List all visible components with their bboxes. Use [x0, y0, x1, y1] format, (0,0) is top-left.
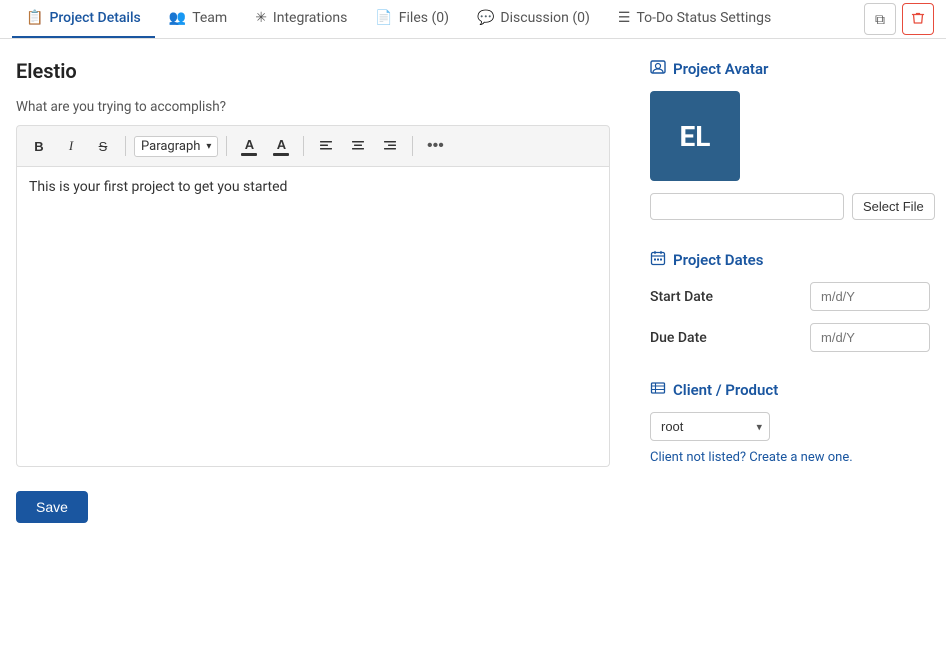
tab-discussion[interactable]: 💬 Discussion (0)	[463, 0, 604, 38]
tab-team[interactable]: 👥 Team	[155, 0, 241, 38]
save-button[interactable]: Save	[16, 491, 88, 523]
copy-button[interactable]: ⧉	[864, 3, 896, 35]
toolbar-divider-3	[303, 136, 304, 156]
due-date-row: Due Date	[650, 323, 930, 352]
start-date-label: Start Date	[650, 289, 713, 305]
file-upload-row: Select File	[650, 193, 930, 220]
toolbar-divider-1	[125, 136, 126, 156]
todo-status-icon: ☰	[618, 10, 631, 26]
main-layout: Elestio What are you trying to accomplis…	[0, 39, 946, 543]
project-details-icon: 📋	[26, 10, 43, 26]
align-right-button[interactable]	[376, 132, 404, 160]
due-date-input[interactable]	[810, 323, 930, 352]
right-panel: Project Avatar EL Select File Project Da…	[650, 59, 930, 465]
due-date-label: Due Date	[650, 330, 707, 346]
team-icon: 👥	[169, 10, 186, 26]
tab-integrations[interactable]: ✳ Integrations	[241, 0, 361, 38]
tab-files[interactable]: 📄 Files (0)	[361, 0, 463, 38]
dates-section: Project Dates Start Date Due Date	[650, 250, 930, 352]
align-left-button[interactable]	[312, 132, 340, 160]
avatar-section-icon	[650, 59, 666, 79]
delete-button[interactable]	[902, 3, 934, 35]
highlight-color-button[interactable]: A	[267, 132, 295, 160]
client-select[interactable]: root	[650, 412, 770, 441]
integrations-icon: ✳	[255, 10, 267, 26]
font-color-label: A	[245, 137, 254, 152]
project-avatar: EL	[650, 91, 740, 181]
tab-todo-status[interactable]: ☰ To-Do Status Settings	[604, 0, 785, 38]
dates-section-icon	[650, 250, 666, 270]
copy-icon: ⧉	[875, 11, 885, 28]
client-section: Client / Product root Client not listed?…	[650, 380, 930, 465]
highlight-label: A	[277, 137, 286, 152]
project-title: Elestio	[16, 59, 610, 83]
project-dates-title: Project Dates	[650, 250, 930, 270]
paragraph-select[interactable]: Paragraph ▾	[134, 136, 218, 157]
delete-icon	[911, 11, 925, 28]
tab-project-details[interactable]: 📋 Project Details	[12, 0, 155, 38]
more-icon: •••	[427, 137, 444, 155]
italic-button[interactable]: I	[57, 132, 85, 160]
toolbar-divider-4	[412, 136, 413, 156]
select-file-button[interactable]: Select File	[852, 193, 935, 220]
start-date-row: Start Date	[650, 282, 930, 311]
tabs-actions: ⧉	[864, 3, 934, 35]
file-input[interactable]	[650, 193, 844, 220]
editor-toolbar: B I S Paragraph ▾ A A	[16, 125, 610, 167]
client-section-icon	[650, 380, 666, 400]
client-select-wrapper: root	[650, 412, 770, 441]
client-create-link[interactable]: Client not listed? Create a new one.	[650, 450, 853, 465]
project-avatar-title: Project Avatar	[650, 59, 930, 79]
files-icon: 📄	[375, 10, 392, 26]
editor-content: This is your first project to get you st…	[29, 179, 287, 195]
left-panel: Elestio What are you trying to accomplis…	[16, 59, 610, 523]
toolbar-divider-2	[226, 136, 227, 156]
align-center-button[interactable]	[344, 132, 372, 160]
tabs-bar: 📋 Project Details 👥 Team ✳ Integrations …	[0, 0, 946, 39]
strikethrough-button[interactable]: S	[89, 132, 117, 160]
bold-button[interactable]: B	[25, 132, 53, 160]
font-color-button[interactable]: A	[235, 132, 263, 160]
client-section-title: Client / Product	[650, 380, 930, 400]
discussion-icon: 💬	[477, 10, 494, 26]
para-chevron-icon: ▾	[206, 141, 211, 152]
color-underline	[241, 153, 257, 156]
editor-body[interactable]: This is your first project to get you st…	[16, 167, 610, 467]
editor-prompt: What are you trying to accomplish?	[16, 99, 610, 115]
highlight-underline	[273, 153, 289, 156]
start-date-input[interactable]	[810, 282, 930, 311]
more-button[interactable]: •••	[421, 132, 449, 160]
